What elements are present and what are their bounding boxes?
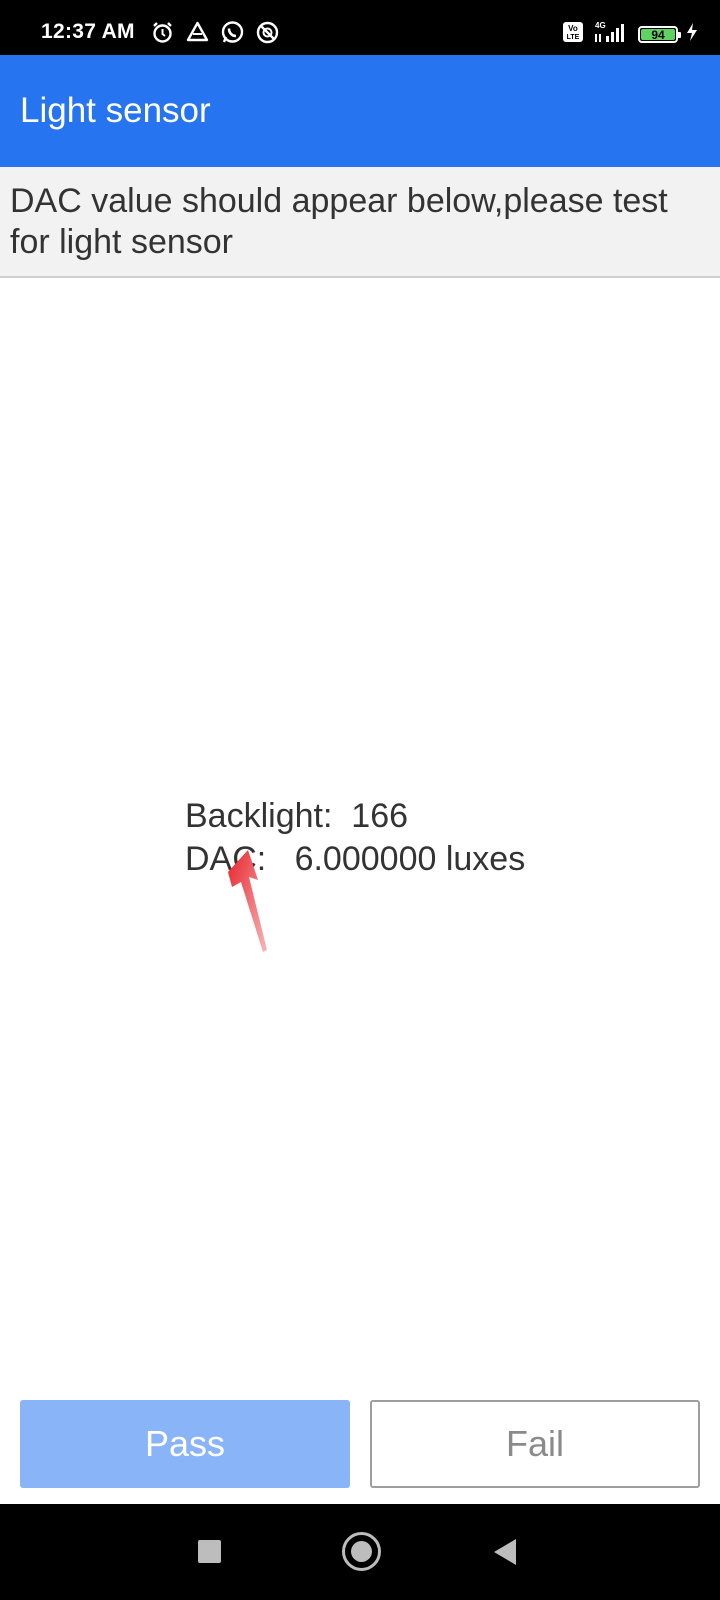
alarm-icon — [150, 20, 175, 45]
annotation-arrow-icon — [228, 850, 267, 952]
page-title: Light sensor — [20, 91, 211, 130]
battery-level: 94 — [651, 28, 665, 42]
svg-text:4G: 4G — [595, 21, 606, 30]
home-icon[interactable] — [342, 1532, 381, 1571]
status-time: 12:37 AM — [41, 20, 135, 43]
drive-icon — [185, 20, 210, 45]
instruction-text: DAC value should appear below,please tes… — [10, 182, 668, 261]
status-icons-left — [150, 20, 280, 45]
signal-icon: 4G — [592, 20, 630, 49]
app-bar: Light sensor — [0, 55, 720, 167]
charging-icon — [686, 22, 698, 47]
whatsapp-icon — [220, 20, 245, 45]
fail-button[interactable]: Fail — [370, 1400, 700, 1488]
volte-icon: Vo LTE — [562, 21, 584, 48]
svg-text:LTE: LTE — [567, 34, 580, 41]
pass-button[interactable]: Pass — [20, 1400, 350, 1488]
svg-text:Vo: Vo — [568, 24, 578, 33]
status-icons-right: Vo LTE 4G 94 — [562, 20, 698, 49]
backlight-reading: Backlight: 166 — [185, 797, 409, 835]
dnd-icon — [255, 20, 280, 45]
battery-icon: 94 — [638, 26, 681, 43]
back-icon[interactable] — [494, 1539, 516, 1565]
instruction-panel: DAC value should appear below,please tes… — [0, 167, 720, 278]
recents-icon[interactable] — [198, 1540, 221, 1563]
status-bar: 12:37 AM Vo LTE 4G 94 — [0, 0, 720, 55]
navigation-bar — [0, 1504, 720, 1600]
